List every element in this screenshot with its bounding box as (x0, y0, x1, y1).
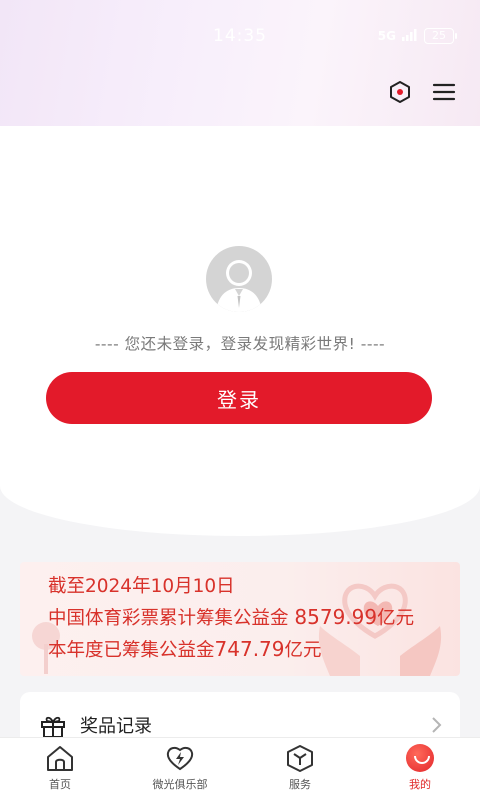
charity-total-label: 中国体育彩票累计筹集公益金 (48, 608, 289, 629)
charity-year-label: 本年度已筹集公益金 (48, 640, 215, 661)
nav-item-me[interactable]: 我的 (360, 738, 480, 800)
hexagon-settings-icon[interactable] (388, 80, 412, 104)
signal-bars-icon (402, 26, 418, 45)
lightning-icon (166, 746, 194, 771)
login-tip: ---- 您还未登录，登录发现精彩世界! ---- (94, 335, 386, 353)
header-actions (388, 80, 456, 104)
nav-label-club: 微光俱乐部 (152, 778, 208, 791)
nav-label-home: 首页 (49, 778, 71, 791)
menu-icon[interactable] (432, 80, 456, 104)
chevron-right-icon (432, 717, 442, 733)
login-button[interactable]: 登录 (46, 372, 432, 424)
menu-item-label: 奖品记录 (80, 716, 152, 737)
bottom-nav: 首页 微光俱乐部 服务 我的 (0, 738, 480, 800)
battery-icon: 25 (424, 27, 457, 44)
nav-item-service[interactable]: 服务 (240, 738, 360, 800)
smile-icon (406, 744, 434, 772)
home-icon (47, 746, 73, 771)
nav-item-home[interactable]: 首页 (0, 738, 120, 800)
charity-total-line: 中国体育彩票累计筹集公益金 8579.99亿元 (48, 604, 414, 630)
login-card (0, 126, 480, 536)
charity-total-amount: 8579.99 (294, 605, 378, 629)
charity-year-unit: 亿元 (284, 640, 322, 661)
charity-year-line: 本年度已筹集公益金747.79亿元 (48, 636, 322, 662)
charity-date: 截至2024年10月10日 (48, 576, 235, 597)
charity-banner[interactable]: 截至2024年10月10日 中国体育彩票累计筹集公益金 8579.99亿元 本年… (20, 562, 460, 676)
nav-label-service: 服务 (289, 778, 311, 791)
charity-total-unit: 亿元 (377, 608, 415, 629)
nav-item-club[interactable]: 微光俱乐部 (120, 738, 240, 800)
charity-year-amount: 747.79 (214, 637, 285, 661)
gift-icon (41, 716, 65, 738)
avatar[interactable] (206, 246, 272, 312)
status-bar: 14:35 5G 25 (0, 0, 480, 64)
nav-label-me: 我的 (409, 778, 431, 791)
status-icons: 5G 25 (377, 26, 457, 45)
cube-icon (287, 745, 313, 772)
signal-icon: 5G (377, 28, 396, 43)
